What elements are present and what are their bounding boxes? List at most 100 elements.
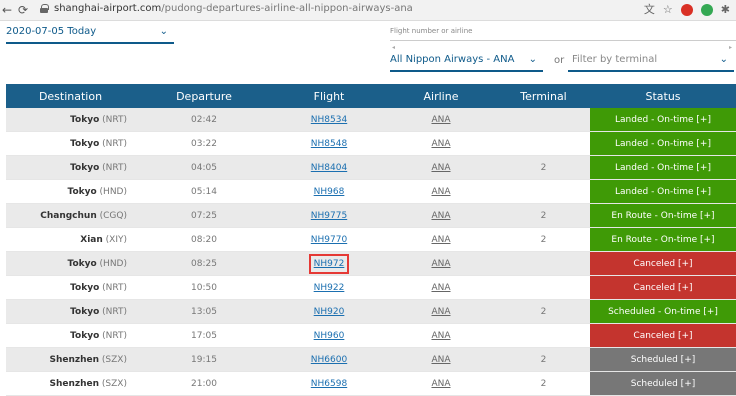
airline-link[interactable]: ANA bbox=[431, 115, 450, 125]
back-arrow-icon[interactable]: ← bbox=[2, 2, 12, 18]
table-header: Destination Departure Flight Airline Ter… bbox=[6, 84, 736, 108]
status-cell[interactable]: Scheduled - On-time [+] bbox=[590, 300, 736, 323]
airline-link[interactable]: ANA bbox=[431, 283, 450, 293]
header-destination: Destination bbox=[38, 89, 103, 103]
or-label: or bbox=[554, 55, 565, 66]
reload-icon[interactable]: ⟳ bbox=[18, 2, 28, 18]
flight-link[interactable]: NH920 bbox=[314, 307, 345, 317]
address-bar[interactable]: shanghai-airport.com/pudong-departures-a… bbox=[54, 3, 413, 14]
airline-select-value: All Nippon Airways - ANA bbox=[390, 54, 515, 65]
status-cell[interactable]: Canceled [+] bbox=[590, 276, 736, 299]
destination-code: (HND) bbox=[99, 186, 127, 197]
airline-link[interactable]: ANA bbox=[431, 307, 450, 317]
departure-time: 10:50 bbox=[191, 282, 217, 293]
destination-cell: Xian (XIY) bbox=[6, 235, 135, 245]
flight-link[interactable]: NH8534 bbox=[311, 115, 347, 125]
flight-link[interactable]: NH8404 bbox=[311, 163, 347, 173]
airline-link[interactable]: ANA bbox=[431, 163, 450, 173]
translate-icon[interactable]: 文 bbox=[644, 2, 655, 18]
flight-link[interactable]: NH968 bbox=[314, 187, 345, 197]
puzzle-extensions-icon[interactable]: ✱ bbox=[721, 2, 730, 18]
destination-cell: Tokyo (NRT) bbox=[6, 163, 135, 173]
destination-code: (SZX) bbox=[101, 378, 127, 389]
airline-link[interactable]: ANA bbox=[431, 259, 450, 269]
departure-time: 17:05 bbox=[191, 330, 217, 341]
flight-search-input[interactable]: Flight number or airline bbox=[390, 22, 736, 41]
header-flight: Flight bbox=[313, 89, 345, 103]
lock-icon[interactable] bbox=[40, 4, 49, 13]
star-bookmark-icon[interactable]: ☆ bbox=[663, 2, 673, 18]
table-row: Xian (XIY) 08:20 NH9770 ANA 2 En Route - On-t… bbox=[6, 228, 736, 252]
departure-time: 05:14 bbox=[191, 186, 217, 197]
destination-city: Tokyo bbox=[70, 282, 100, 293]
status-text: Landed - On-time [+] bbox=[615, 162, 711, 173]
flight-link[interactable]: NH960 bbox=[314, 331, 345, 341]
table-row: Shenzhen (SZX) 21:00 NH6598 ANA 2 Scheduled [… bbox=[6, 372, 736, 396]
airline-link[interactable]: ANA bbox=[431, 187, 450, 197]
status-cell[interactable]: Landed - On-time [+] bbox=[590, 132, 736, 155]
flight-link[interactable]: NH6600 bbox=[311, 355, 347, 365]
departure-time: 07:25 bbox=[191, 210, 217, 221]
url-path: /pudong-departures-airline-all-nippon-ai… bbox=[161, 3, 413, 14]
airline-link[interactable]: ANA bbox=[431, 139, 450, 149]
status-cell[interactable]: Canceled [+] bbox=[590, 252, 736, 275]
terminal-select-placeholder: Filter by terminal bbox=[572, 54, 658, 65]
destination-cell: Tokyo (NRT) bbox=[6, 283, 135, 293]
destination-cell: Tokyo (NRT) bbox=[6, 307, 135, 317]
chevron-down-icon: ⌄ bbox=[159, 26, 168, 37]
extension-red-icon[interactable] bbox=[680, 4, 693, 16]
status-text: Canceled [+] bbox=[633, 282, 693, 293]
status-cell[interactable]: Landed - On-time [+] bbox=[590, 108, 736, 131]
flight-link[interactable]: NH9775 bbox=[311, 211, 347, 221]
destination-code: (CGQ) bbox=[99, 210, 127, 221]
flight-link[interactable]: NH972 bbox=[308, 253, 350, 274]
destination-code: (HND) bbox=[99, 258, 127, 269]
header-departure: Departure bbox=[176, 89, 232, 103]
destination-code: (NRT) bbox=[102, 162, 127, 173]
destination-code: (XIY) bbox=[105, 234, 127, 245]
flight-link[interactable]: NH8548 bbox=[311, 139, 347, 149]
status-text: Scheduled [+] bbox=[630, 354, 696, 365]
filter-bar: 2020-07-05 Today ⌄ Flight number or airl… bbox=[0, 20, 736, 82]
status-cell[interactable]: En Route - On-time [+] bbox=[590, 204, 736, 227]
departure-time: 02:42 bbox=[191, 114, 217, 125]
destination-city: Tokyo bbox=[70, 306, 100, 317]
airline-link[interactable]: ANA bbox=[431, 331, 450, 341]
table-row: Shenzhen (SZX) 19:15 NH6600 ANA 2 Scheduled [… bbox=[6, 348, 736, 372]
destination-code: (NRT) bbox=[102, 330, 127, 341]
flight-link[interactable]: NH922 bbox=[314, 283, 345, 293]
departure-time: 04:05 bbox=[191, 162, 217, 173]
destination-cell: Tokyo (HND) bbox=[6, 187, 135, 197]
status-cell[interactable]: Scheduled [+] bbox=[590, 372, 736, 395]
destination-city: Tokyo bbox=[67, 186, 97, 197]
table-row: Tokyo (HND) 05:14 NH968 ANA Landed - On-time… bbox=[6, 180, 736, 204]
status-cell[interactable]: Landed - On-time [+] bbox=[590, 156, 736, 179]
table-row: Tokyo (NRT) 13:05 NH920 ANA 2 Scheduled - On-… bbox=[6, 300, 736, 324]
terminal-select[interactable]: Filter by terminal ⌄ bbox=[568, 50, 734, 72]
header-terminal: Terminal bbox=[520, 89, 567, 103]
table-row: Tokyo (NRT) 03:22 NH8548 ANA Landed - On-tim… bbox=[6, 132, 736, 156]
airline-link[interactable]: ANA bbox=[431, 355, 450, 365]
terminal-value: 2 bbox=[540, 354, 547, 365]
destination-city: Shenzhen bbox=[49, 354, 100, 365]
departure-time: 08:25 bbox=[191, 258, 217, 269]
extension-green-icon[interactable] bbox=[700, 4, 713, 16]
status-text: Canceled [+] bbox=[633, 330, 693, 341]
airline-link[interactable]: ANA bbox=[431, 379, 450, 389]
destination-city: Tokyo bbox=[70, 114, 100, 125]
airline-link[interactable]: ANA bbox=[431, 211, 450, 221]
destination-city: Changchun bbox=[40, 210, 97, 221]
status-text: Scheduled [+] bbox=[630, 378, 696, 389]
flight-link[interactable]: NH9770 bbox=[311, 235, 347, 245]
destination-city: Tokyo bbox=[70, 138, 100, 149]
status-cell[interactable]: Canceled [+] bbox=[590, 324, 736, 347]
flight-link[interactable]: NH6598 bbox=[311, 379, 347, 389]
airline-link[interactable]: ANA bbox=[431, 235, 450, 245]
chevron-down-icon: ⌄ bbox=[528, 54, 537, 65]
date-select[interactable]: 2020-07-05 Today ⌄ bbox=[6, 22, 174, 44]
browser-toolbar: ← ⟳ shanghai-airport.com/pudong-departur… bbox=[0, 0, 736, 21]
status-cell[interactable]: Landed - On-time [+] bbox=[590, 180, 736, 203]
status-text: En Route - On-time [+] bbox=[611, 234, 715, 245]
status-cell[interactable]: En Route - On-time [+] bbox=[590, 228, 736, 251]
airline-select[interactable]: All Nippon Airways - ANA ⌄ bbox=[390, 50, 543, 72]
